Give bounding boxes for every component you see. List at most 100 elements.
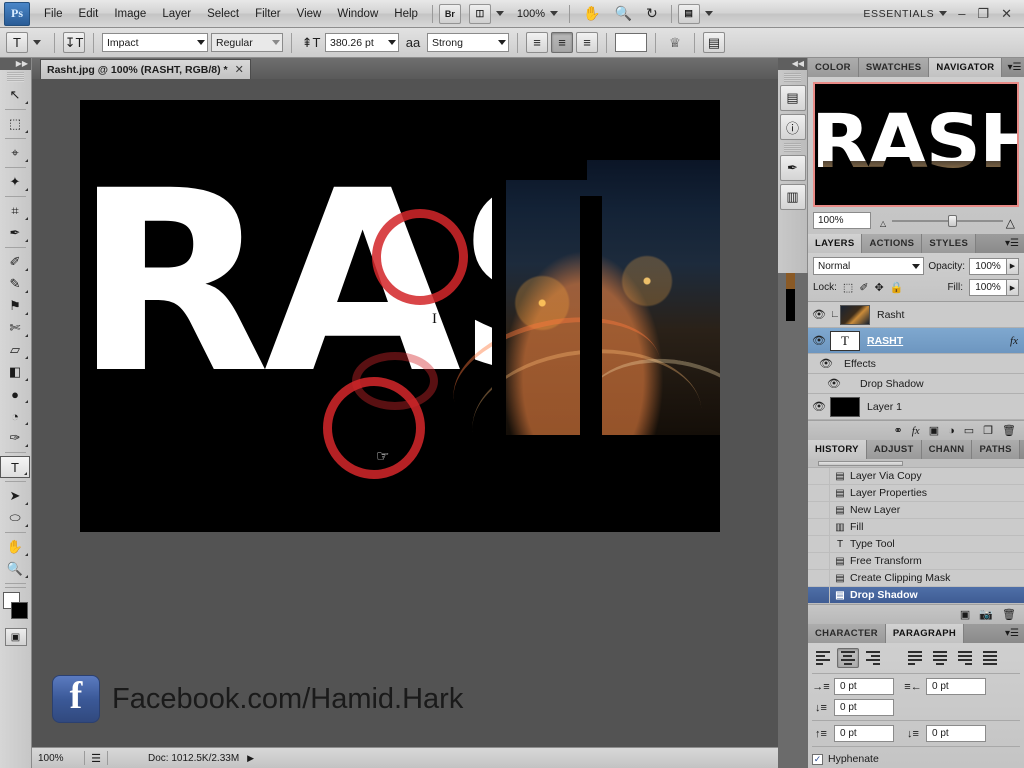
pen-tool[interactable]: ✑: [0, 427, 30, 449]
brush-panel-icon[interactable]: ✒: [779, 155, 806, 181]
lock-image-pixels-icon[interactable]: ✐: [859, 281, 868, 294]
table-row[interactable]: 👁 T RASHT fx: [808, 328, 1024, 354]
align-center-button[interactable]: [837, 648, 859, 668]
effects-visibility-icon[interactable]: 👁: [808, 357, 844, 370]
indent-left-margin-input[interactable]: 0 pt: [834, 678, 894, 695]
blend-mode-select[interactable]: Normal: [813, 257, 925, 275]
justify-all-button[interactable]: [979, 648, 1001, 668]
history-scroll-thumb[interactable]: [818, 461, 903, 466]
lasso-tool[interactable]: ⌖: [0, 142, 30, 164]
history-snapshot-toggle[interactable]: [808, 467, 830, 485]
crop-tool[interactable]: ⌗: [0, 200, 30, 222]
text-color-swatch[interactable]: [615, 33, 647, 52]
menu-filter[interactable]: Filter: [247, 4, 289, 24]
justify-last-center-button[interactable]: [929, 648, 951, 668]
toolbox-collapse-button[interactable]: ▶▶: [0, 58, 31, 70]
history-snapshot-toggle[interactable]: [808, 518, 830, 536]
tab-layers[interactable]: LAYERS: [808, 234, 863, 253]
zoom-out-icon[interactable]: △: [880, 219, 886, 228]
navigator-zoom-input[interactable]: 100%: [813, 212, 871, 229]
zoom-in-icon[interactable]: △: [1006, 216, 1015, 230]
space-before-paragraph-input[interactable]: 0 pt: [834, 725, 894, 742]
warp-text-icon[interactable]: ♕: [664, 32, 686, 53]
dock-drag-handle-2[interactable]: [784, 143, 801, 152]
arrange-chevron-icon[interactable]: [704, 11, 713, 16]
opacity-input[interactable]: 100%: [969, 257, 1007, 275]
screen-mode-chevron-icon[interactable]: [495, 11, 504, 16]
menu-image[interactable]: Image: [106, 4, 154, 24]
dock-expand-button[interactable]: ◀◀: [778, 58, 807, 70]
table-row[interactable]: 👁 ∟ Rasht: [808, 302, 1024, 328]
menu-window[interactable]: Window: [329, 4, 386, 24]
list-item[interactable]: T Type Tool: [808, 535, 1024, 553]
tab-paragraph[interactable]: PARAGRAPH: [885, 624, 965, 643]
slider-knob[interactable]: [947, 215, 957, 227]
fill-input[interactable]: 100%: [969, 279, 1007, 296]
tab-adjustments[interactable]: ADJUST: [866, 440, 922, 459]
history-scroll-indicator[interactable]: [808, 459, 1024, 468]
history-brush-tool[interactable]: ✄: [0, 317, 30, 339]
zoom-tool-icon[interactable]: 🔍: [615, 5, 632, 22]
hand-tool[interactable]: ✋: [0, 536, 30, 558]
create-new-snapshot-button[interactable]: 📷: [979, 608, 993, 621]
horizontal-type-tool[interactable]: T: [0, 456, 30, 478]
tab-swatches[interactable]: SWATCHES: [858, 58, 930, 77]
close-icon[interactable]: ✕: [235, 63, 244, 76]
align-right-button[interactable]: ≡: [576, 32, 598, 53]
menu-file[interactable]: File: [36, 4, 71, 24]
layer-name[interactable]: Rasht: [877, 309, 1024, 321]
history-snapshot-toggle[interactable]: [808, 484, 830, 502]
delete-layer-button[interactable]: 🗑: [1002, 424, 1016, 437]
arrange-documents-icon[interactable]: ▤: [677, 3, 700, 24]
menu-edit[interactable]: Edit: [71, 4, 107, 24]
menu-select[interactable]: Select: [199, 4, 247, 24]
space-after-paragraph-input[interactable]: 0 pt: [926, 725, 986, 742]
document-tab[interactable]: Rasht.jpg @ 100% (RASHT, RGB/8) * ✕: [40, 59, 251, 79]
list-item[interactable]: ▤ Free Transform: [808, 552, 1024, 570]
close-button[interactable]: ✕: [995, 6, 1018, 22]
zoom-tool[interactable]: 🔍: [0, 558, 30, 580]
link-layers-button[interactable]: ⚭: [894, 424, 903, 437]
add-layer-mask-button[interactable]: ▣: [929, 424, 939, 437]
history-snapshot-toggle[interactable]: [808, 586, 830, 604]
font-family-select[interactable]: Impact: [102, 33, 208, 52]
layer-thumbnail[interactable]: T: [830, 330, 860, 351]
workspace-selector[interactable]: ESSENTIALS: [863, 8, 934, 20]
tab-styles[interactable]: STYLES: [922, 234, 977, 253]
layer-name[interactable]: Layer 1: [867, 401, 1024, 413]
hyphenate-checkbox[interactable]: ✓: [812, 753, 823, 765]
tab-color[interactable]: COLOR: [808, 58, 859, 77]
status-zoom-field[interactable]: 100%: [32, 753, 84, 764]
tab-character[interactable]: CHARACTER: [808, 624, 886, 643]
tab-navigator[interactable]: NAVIGATOR: [929, 58, 1003, 77]
new-group-button[interactable]: ▭: [964, 424, 974, 437]
brush-tool[interactable]: ✎: [0, 273, 30, 295]
rectangular-marquee-tool[interactable]: ⬚: [0, 113, 30, 135]
font-style-select[interactable]: Regular: [211, 33, 283, 52]
delete-state-button[interactable]: 🗑: [1002, 608, 1016, 621]
add-layer-style-button[interactable]: fx: [912, 425, 920, 437]
spot-healing-brush-tool[interactable]: ✐: [0, 251, 30, 273]
opacity-stepper-icon[interactable]: ▶: [1007, 257, 1019, 275]
create-document-from-state-button[interactable]: ▣: [960, 608, 970, 621]
layer-thumbnail[interactable]: [830, 396, 860, 417]
eyedropper-tool[interactable]: ✒: [0, 222, 30, 244]
history-snapshot-toggle[interactable]: [808, 552, 830, 570]
move-tool[interactable]: ↖: [0, 84, 30, 106]
path-selection-tool[interactable]: ➤: [0, 485, 30, 507]
restore-button[interactable]: ❐: [971, 6, 995, 22]
history-snapshot-toggle[interactable]: [808, 569, 830, 587]
align-right-button[interactable]: [862, 648, 884, 668]
adjustments-panel-icon[interactable]: ▥: [779, 184, 806, 210]
fill-stepper-icon[interactable]: ▶: [1007, 279, 1019, 296]
menu-layer[interactable]: Layer: [154, 4, 199, 24]
lock-transparent-pixels-icon[interactable]: ⬚: [843, 281, 853, 294]
list-item[interactable]: ▤ New Layer: [808, 501, 1024, 519]
list-item[interactable]: ▤ Create Clipping Mask: [808, 569, 1024, 587]
type-tool-preset-icon[interactable]: T: [6, 32, 28, 53]
gradient-tool[interactable]: ◧: [0, 361, 30, 383]
toggle-character-paragraph-panels-button[interactable]: ▤: [703, 32, 725, 53]
hyphenate-row[interactable]: ✓ Hyphenate: [808, 749, 1024, 768]
align-left-button[interactable]: ≡: [526, 32, 548, 53]
antialias-select[interactable]: Strong: [427, 33, 509, 52]
